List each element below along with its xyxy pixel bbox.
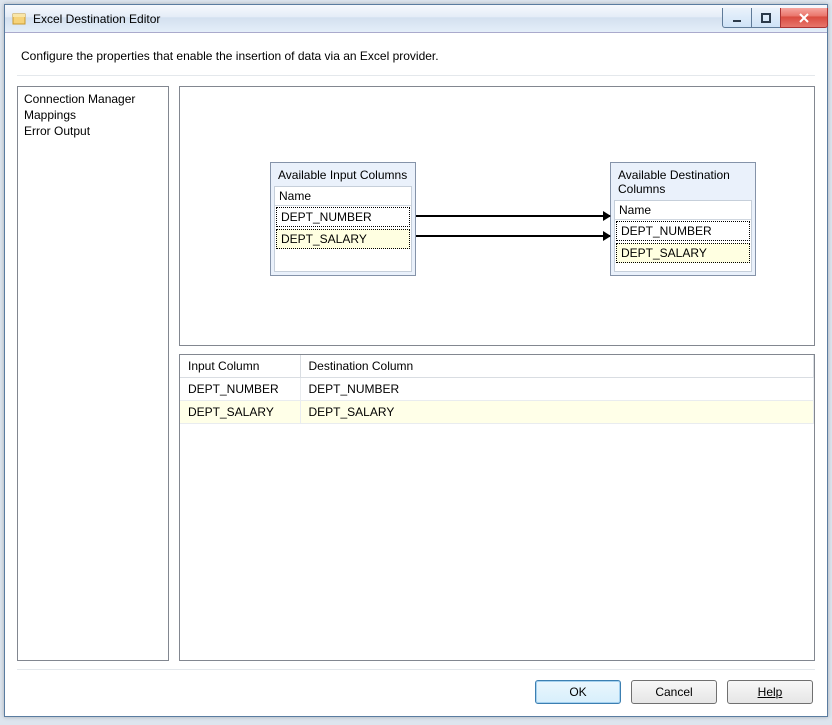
- table-row[interactable]: DEPT_NUMBER DEPT_NUMBER: [180, 378, 814, 401]
- arrow-right-icon: [603, 211, 611, 221]
- cell-destination-column[interactable]: DEPT_NUMBER: [300, 378, 814, 401]
- help-button[interactable]: Help: [727, 680, 813, 704]
- close-button[interactable]: [780, 8, 828, 28]
- mapping-grid[interactable]: Input Column Destination Column DEPT_NUM…: [179, 354, 815, 661]
- input-box-header: Name: [275, 187, 411, 206]
- mapping-table: Input Column Destination Column DEPT_NUM…: [180, 355, 814, 424]
- input-box-title: Available Input Columns: [274, 166, 412, 186]
- cancel-button-label: Cancel: [655, 685, 692, 699]
- title-bar[interactable]: Excel Destination Editor: [5, 5, 827, 33]
- body-area: Connection Manager Mappings Error Output…: [17, 86, 815, 661]
- minimize-button[interactable]: [722, 8, 752, 28]
- dest-column-item[interactable]: DEPT_SALARY: [616, 243, 750, 263]
- window-title: Excel Destination Editor: [33, 12, 160, 26]
- arrow-right-icon: [603, 231, 611, 241]
- button-row: OK Cancel Help: [17, 680, 815, 704]
- ok-button-label: OK: [569, 685, 586, 699]
- cancel-button[interactable]: Cancel: [631, 680, 717, 704]
- dest-box-list: Name DEPT_NUMBER DEPT_SALARY: [614, 200, 752, 272]
- nav-item-error-output[interactable]: Error Output: [24, 123, 162, 139]
- page-navigator[interactable]: Connection Manager Mappings Error Output: [17, 86, 169, 661]
- window-controls: [723, 8, 828, 28]
- app-icon: [11, 11, 27, 27]
- help-button-label: Help: [758, 685, 783, 699]
- dest-column-item[interactable]: DEPT_NUMBER: [616, 221, 750, 241]
- footer-separator: [17, 669, 815, 670]
- nav-item-connection-manager[interactable]: Connection Manager: [24, 91, 162, 107]
- nav-item-mappings[interactable]: Mappings: [24, 107, 162, 123]
- dialog-window: Excel Destination Editor Configure the p…: [4, 4, 828, 717]
- main-panel: Available Input Columns Name DEPT_NUMBER…: [179, 86, 815, 661]
- client-area: Configure the properties that enable the…: [5, 33, 827, 716]
- grid-header-input[interactable]: Input Column: [180, 355, 300, 378]
- mapping-link[interactable]: [416, 215, 610, 217]
- cell-input-column[interactable]: DEPT_SALARY: [180, 401, 300, 424]
- table-row[interactable]: DEPT_SALARY DEPT_SALARY: [180, 401, 814, 424]
- cell-destination-column[interactable]: DEPT_SALARY: [300, 401, 814, 424]
- mapping-canvas[interactable]: Available Input Columns Name DEPT_NUMBER…: [179, 86, 815, 346]
- maximize-button[interactable]: [751, 8, 781, 28]
- ok-button[interactable]: OK: [535, 680, 621, 704]
- grid-header-destination[interactable]: Destination Column: [300, 355, 814, 378]
- description-text: Configure the properties that enable the…: [21, 49, 811, 63]
- mapping-link[interactable]: [416, 235, 610, 237]
- available-destination-columns-box[interactable]: Available Destination Columns Name DEPT_…: [610, 162, 756, 276]
- input-box-list: Name DEPT_NUMBER DEPT_SALARY: [274, 186, 412, 272]
- cell-input-column[interactable]: DEPT_NUMBER: [180, 378, 300, 401]
- dest-box-header: Name: [615, 201, 751, 220]
- separator: [17, 75, 815, 76]
- input-column-item[interactable]: DEPT_NUMBER: [276, 207, 410, 227]
- footer: OK Cancel Help: [17, 669, 815, 704]
- dest-box-title: Available Destination Columns: [614, 166, 752, 200]
- available-input-columns-box[interactable]: Available Input Columns Name DEPT_NUMBER…: [270, 162, 416, 276]
- input-column-item[interactable]: DEPT_SALARY: [276, 229, 410, 249]
